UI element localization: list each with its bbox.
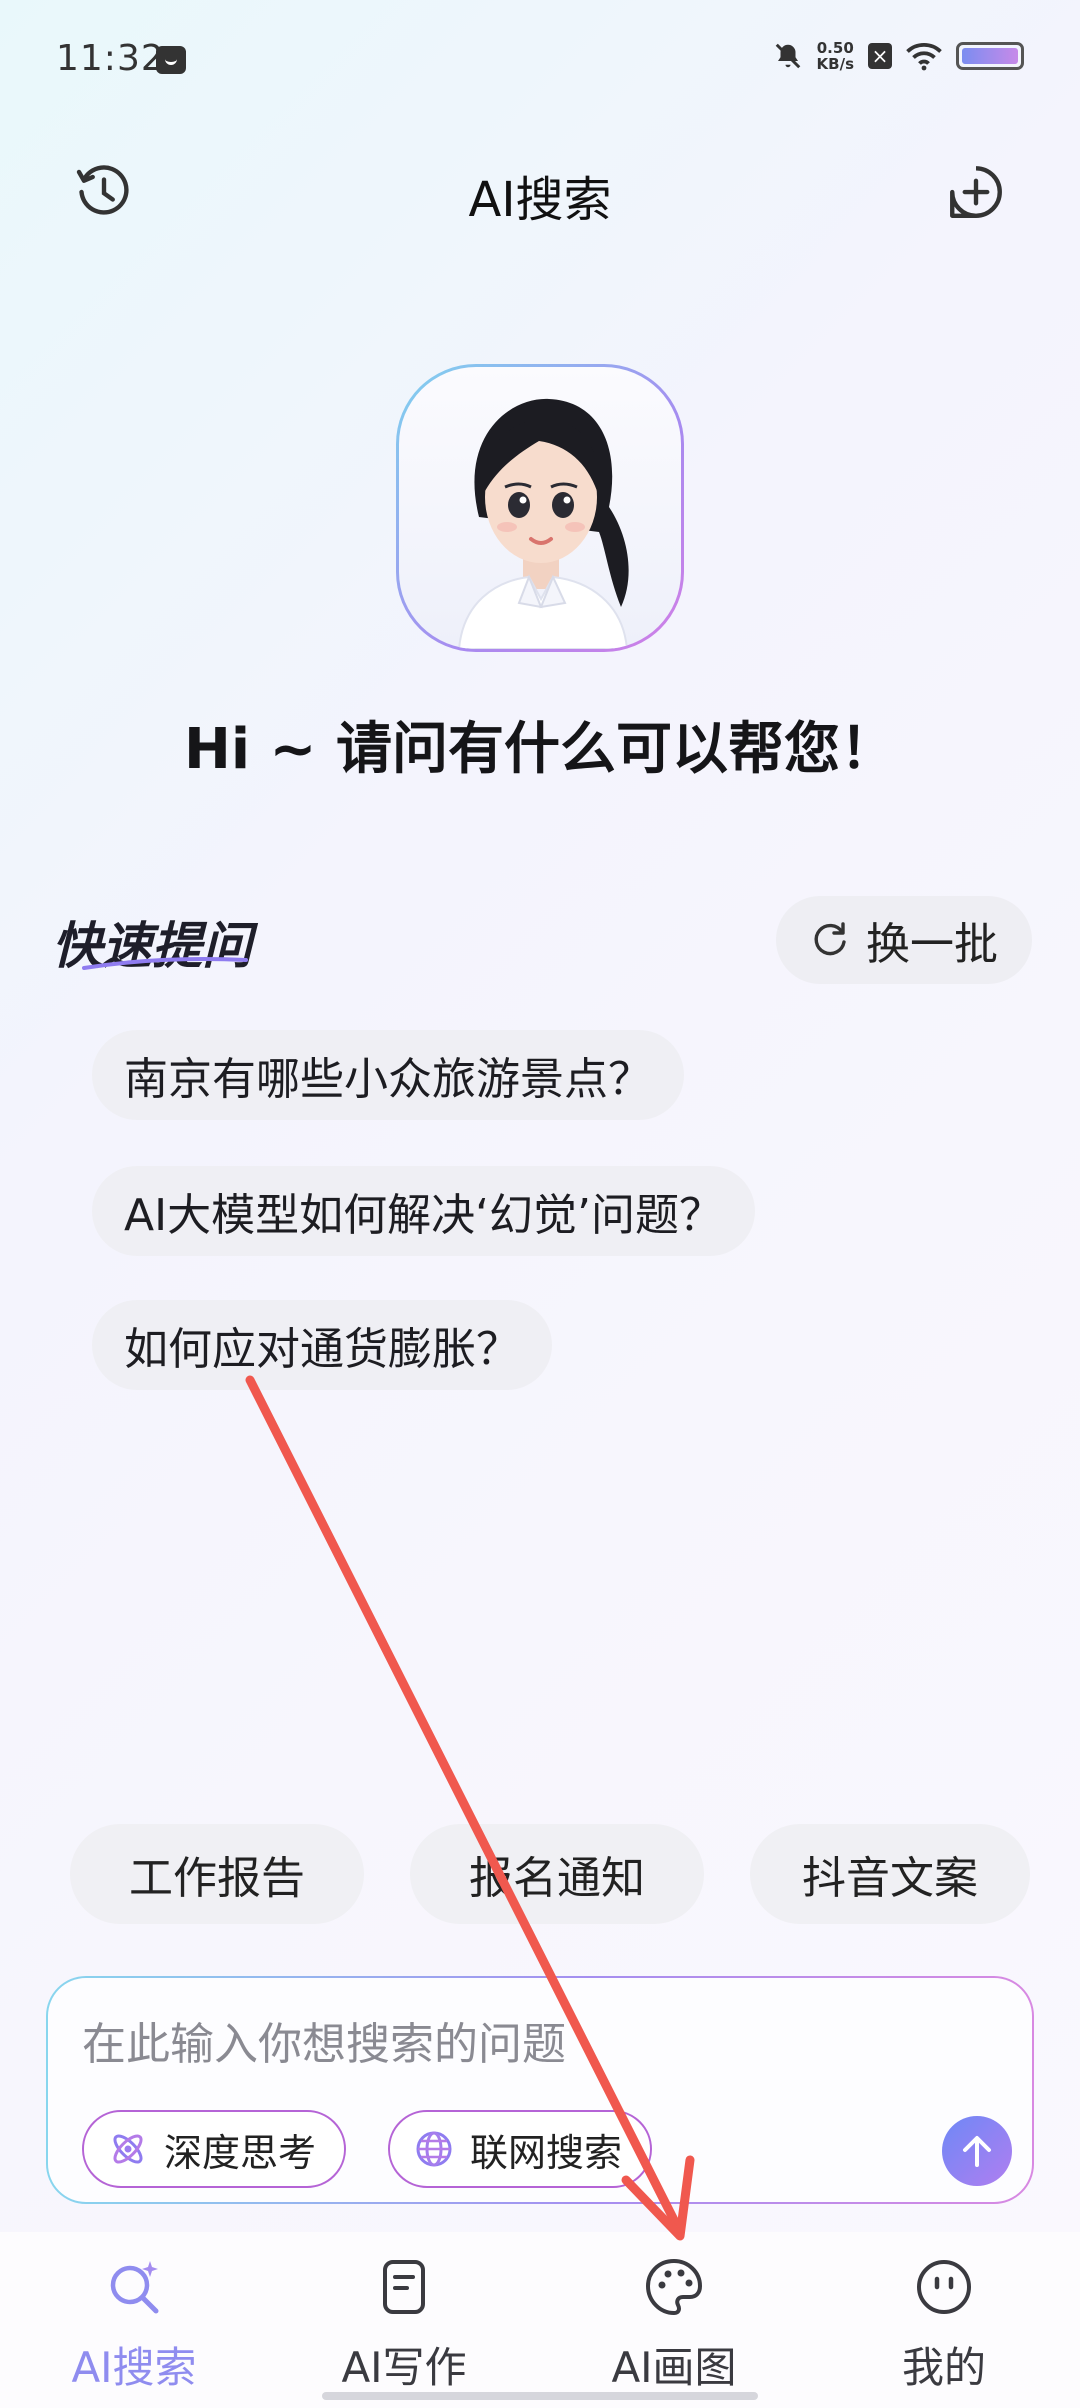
plus-circle-icon: [950, 166, 1002, 218]
home-indicator[interactable]: [322, 2392, 758, 2400]
atom-icon: [113, 2134, 143, 2164]
shortcut-chip[interactable]: 工作报告: [70, 1824, 364, 1924]
assistant-avatar: [396, 364, 684, 652]
palette-icon: [645, 2258, 703, 2316]
search-input-box[interactable]: 在此输入你想搜索的问题 深度思考 联网搜索: [46, 1976, 1034, 2204]
refresh-label: 换一批: [866, 919, 998, 970]
tab-label: AI搜索: [71, 2343, 197, 2392]
page-title: AI搜索: [468, 172, 612, 228]
web-search-toggle[interactable]: 联网搜索: [388, 2110, 653, 2188]
status-time: 11:32: [56, 38, 165, 79]
sparkle-search-icon: [110, 2261, 159, 2314]
wifi-icon: [906, 43, 942, 71]
arrow-up-icon: [963, 2136, 991, 2167]
smiley-face-icon: [917, 2260, 971, 2314]
tab-ai-search[interactable]: AI搜索: [34, 2250, 234, 2395]
quick-question-chip[interactable]: 南京有哪些小众旅游景点？: [92, 1030, 684, 1120]
greeting-text: Hi ~ 请问有什么可以帮您！: [184, 717, 896, 782]
notification-app-icon: [156, 46, 186, 74]
tab-label: AI写作: [341, 2343, 467, 2392]
mute-bell-icon: [775, 43, 800, 69]
shortcut-row: 工作报告 报名通知 抖音文案: [70, 1824, 1030, 1924]
shortcut-chip[interactable]: 抖音文案: [750, 1824, 1030, 1924]
quick-question-chip[interactable]: 如何应对通货膨胀？: [92, 1300, 552, 1390]
deep-think-label: 深度思考: [164, 2130, 317, 2175]
battery-icon: [956, 42, 1024, 70]
network-speed: 0.50 KB/s: [817, 40, 854, 72]
new-chat-button[interactable]: [936, 152, 1016, 232]
network-speed-value: 0.50: [816, 39, 854, 57]
quick-question-chip[interactable]: AI大模型如何解决‘幻觉’问题？: [92, 1166, 756, 1256]
no-sim-icon: ×: [868, 43, 892, 69]
tab-ai-writing[interactable]: AI写作: [304, 2250, 504, 2395]
tab-label: AI画图: [611, 2343, 737, 2392]
title-underline-decoration: [82, 957, 248, 970]
deep-think-toggle[interactable]: 深度思考: [82, 2110, 347, 2188]
send-button[interactable]: [942, 2116, 1012, 2186]
search-input-placeholder[interactable]: 在此输入你想搜索的问题: [82, 2008, 566, 2072]
status-indicators: 0.50 KB/s ×: [773, 40, 1024, 72]
assistant-portrait-image: [457, 398, 629, 649]
refresh-icon: [814, 922, 846, 956]
tab-profile[interactable]: 我的: [844, 2250, 1044, 2395]
shortcut-chip[interactable]: 报名通知: [410, 1824, 704, 1924]
tab-label: 我的: [901, 2343, 986, 2392]
web-search-label: 联网搜索: [470, 2130, 623, 2175]
document-icon: [383, 2260, 425, 2314]
tab-ai-drawing[interactable]: AI画图: [574, 2250, 774, 2395]
refresh-questions-button[interactable]: 换一批: [776, 896, 1032, 984]
bottom-tab-bar: AI搜索 AI写作 AI画图 我的: [0, 2232, 1080, 2408]
globe-icon: [416, 2131, 452, 2167]
network-speed-unit: KB/s: [816, 55, 854, 73]
